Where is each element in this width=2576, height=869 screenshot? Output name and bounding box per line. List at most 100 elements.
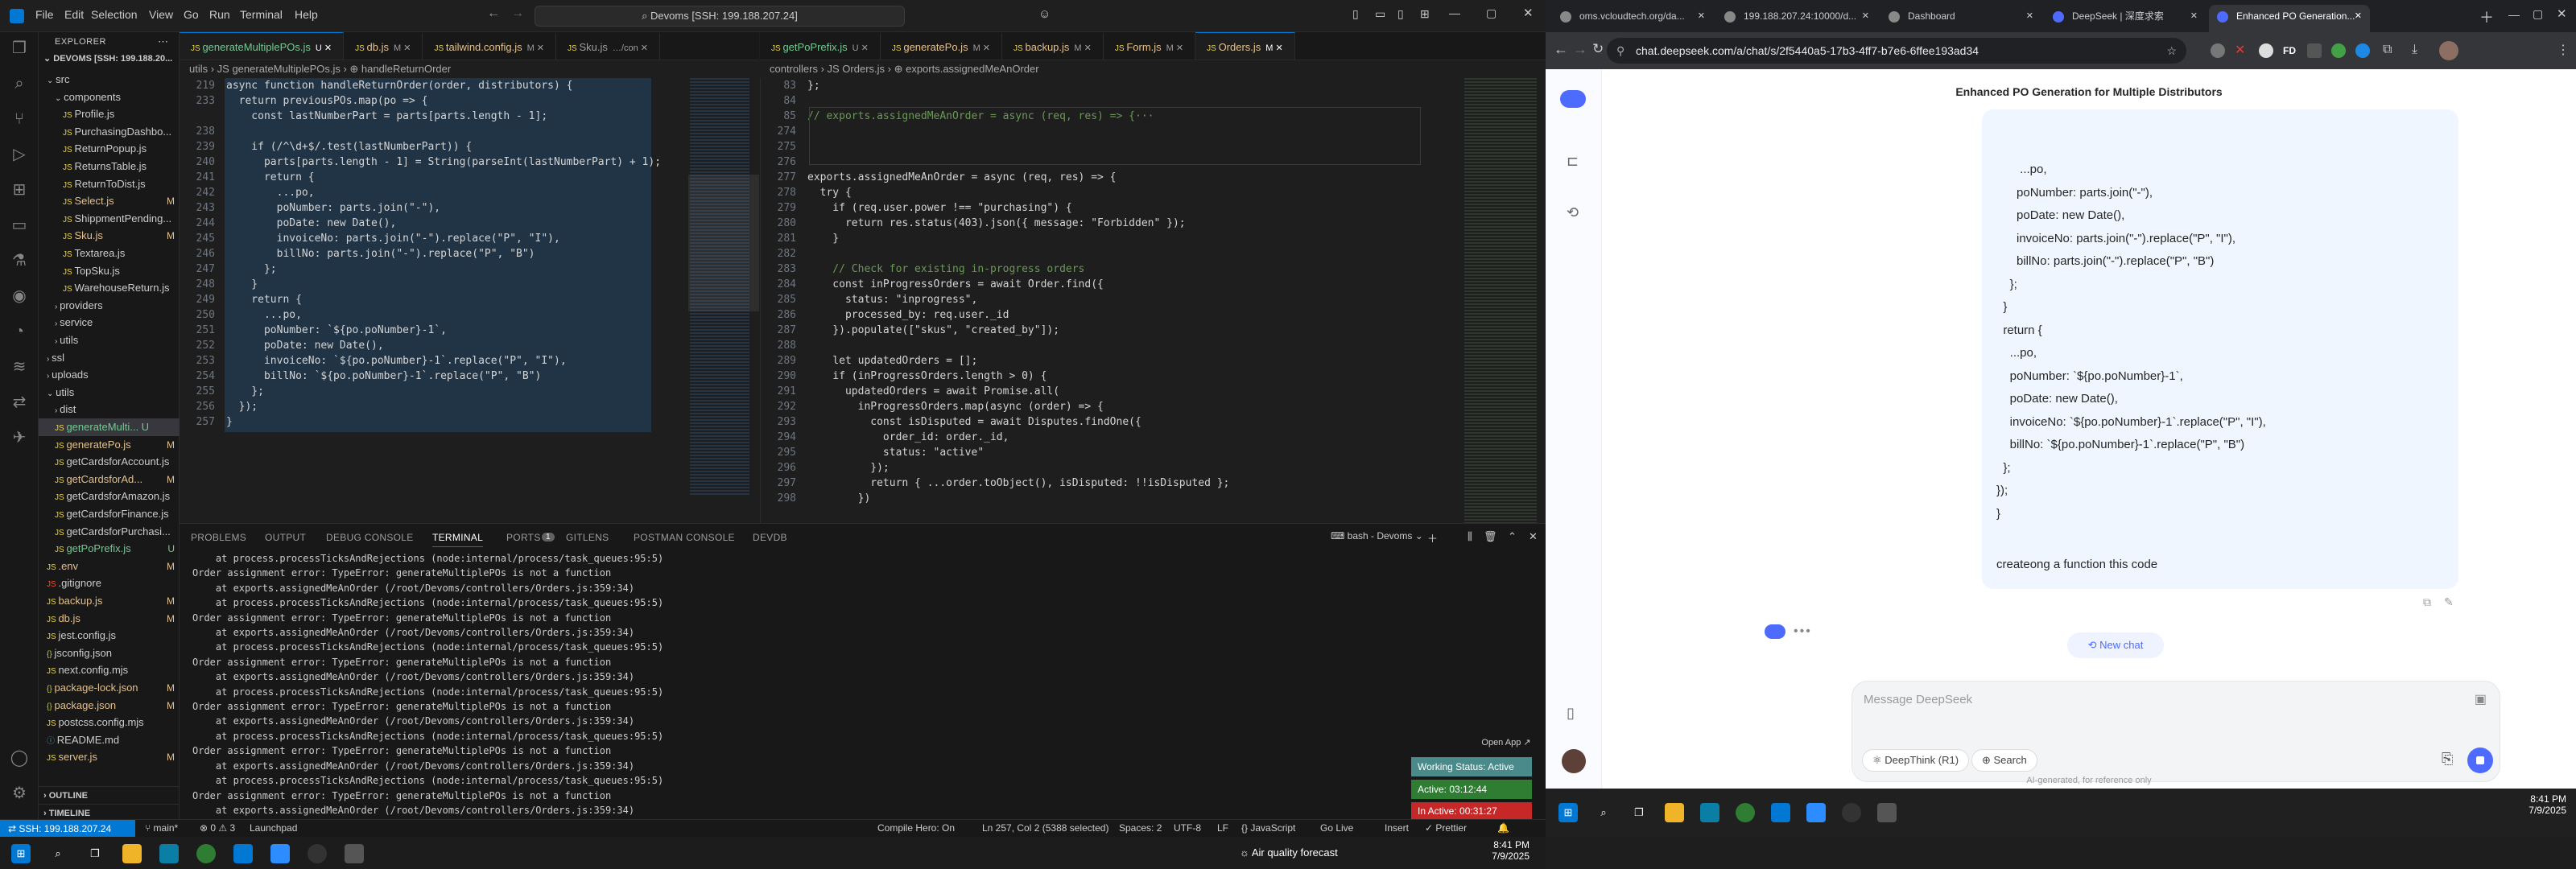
trash-icon[interactable]: 🗑 [1484,530,1497,543]
panel-tab-debug-console[interactable]: DEBUG CONSOLE [326,532,414,543]
panel-tab-problems[interactable]: PROBLEMS [191,532,246,543]
more-actions-icon[interactable]: ⋯ [158,35,168,48]
minimap[interactable] [1461,78,1546,523]
tree-item[interactable]: › providers [39,297,180,315]
close-icon[interactable]: ✕ [2190,5,2198,27]
editor-tab[interactable]: JS getPoPrefix.js U ✕ [760,33,881,60]
maximize-panel-icon[interactable]: ⌃ [1508,530,1517,543]
start-icon[interactable]: ⊞ [11,844,31,863]
toggle-panel-icon[interactable]: ▭ [1375,7,1385,21]
zoom-icon[interactable] [1806,803,1826,822]
stop-button[interactable] [2467,748,2493,773]
deepthink-button[interactable]: ⚛ DeepThink (R1) [1862,749,1970,772]
url-field[interactable]: ⚲ chat.deepseek.com/a/chat/s/2f5440a5-17… [1607,38,2186,64]
tree-item[interactable]: JS getCardsforAccount.js [39,453,180,471]
extensions-puzzle-icon[interactable]: ⧉ [2383,43,2392,57]
search-icon[interactable]: ⌕ [10,74,29,93]
close-icon[interactable]: ✕ [2557,6,2567,21]
compile-hero-status[interactable]: Compile Hero: On [877,822,955,834]
notifications-icon[interactable]: 🔔 [1497,822,1509,834]
tree-item[interactable]: JS WarehouseReturn.js [39,279,180,297]
zoom-icon[interactable] [270,844,290,863]
task-view-icon[interactable]: ❐ [85,844,105,863]
back-arrow-icon[interactable]: ← [1554,41,1568,58]
chrome-icon[interactable] [1736,803,1755,822]
panel-tab-output[interactable]: OUTPUT [265,532,306,543]
minimize-icon[interactable]: — [1449,6,1460,19]
back-arrow-icon[interactable]: ← [487,6,500,21]
browser-tab[interactable]: Enhanced PO Generation... ✕ [2209,5,2370,32]
search-button[interactable]: ⊕ Search [1971,749,2037,772]
tree-item[interactable]: › utils [39,332,180,349]
weather-widget[interactable]: ☼ Air quality forecast [1240,846,1338,859]
language-status[interactable]: {} JavaScript [1241,822,1295,834]
explorer-icon[interactable]: ❐ [10,39,29,58]
message-input[interactable]: Message DeepSeek [1864,693,2427,706]
menu-run[interactable]: Run [209,8,230,21]
tree-item[interactable]: JS ShippmentPending... [39,210,180,228]
close-icon[interactable]: ✕ [638,43,648,53]
go-live-status[interactable]: Go Live [1320,822,1353,834]
extension-icon[interactable] [2355,43,2370,58]
settings-gear-icon[interactable]: ⚙ [10,784,29,803]
split-terminal-icon[interactable]: ⫼ [1468,530,1472,543]
panel-tab-gitlens[interactable]: GITLENS [566,532,609,543]
tree-item[interactable]: JS generatePo.js M [39,436,180,454]
close-icon[interactable]: ✕ [2026,5,2033,27]
tree-item[interactable]: {} jsconfig.json [39,645,180,662]
extension-icon[interactable] [2259,43,2273,58]
menu-view[interactable]: View [149,8,173,21]
panel-tab-terminal[interactable]: TERMINAL [432,532,484,547]
tree-item[interactable]: JS jest.config.js [39,627,180,645]
new-chat-button[interactable]: ⟲ New chat [2067,632,2164,658]
extension-icon[interactable] [2211,43,2225,58]
tree-item[interactable]: ⌄ src [39,71,180,89]
problems-status[interactable]: ⊗ 0 ⚠ 3 [200,822,235,834]
tree-item[interactable]: JS ReturnToDist.js [39,175,180,193]
toggle-sidebar-icon[interactable]: ▯ [1352,7,1359,21]
user-avatar[interactable] [1562,749,1586,773]
forward-arrow-icon[interactable]: → [1573,41,1587,58]
close-icon[interactable]: ✕ [535,43,544,53]
menu-help[interactable]: Help [295,8,318,21]
close-icon[interactable]: ✕ [401,43,411,53]
copilot-icon[interactable]: ☺ [1038,7,1051,21]
vscode-icon[interactable] [1771,803,1790,822]
close-icon[interactable]: ✕ [1082,43,1092,53]
tree-item[interactable]: {} package-lock.json M [39,679,180,697]
close-icon[interactable]: ✕ [859,43,869,53]
close-icon[interactable]: ✕ [1273,43,1283,53]
site-info-icon[interactable]: ⚲ [1616,38,1624,64]
eol-status[interactable]: LF [1217,822,1228,834]
left-breadcrumb[interactable]: utils › JS generateMultiplePOs.js › ⊕ ha… [180,60,759,78]
outline-section[interactable]: › OUTLINE [39,786,180,804]
tree-item[interactable]: JS getCardsforAd... M [39,471,180,488]
tree-item[interactable]: JS getCardsforAmazon.js [39,488,180,505]
vscode-icon[interactable] [233,844,253,863]
encoding-status[interactable]: UTF-8 [1174,822,1201,834]
new-terminal-icon[interactable]: ＋ [1427,530,1438,546]
editor-tab[interactable]: JS Form.js M ✕ [1104,33,1196,60]
search-icon[interactable]: ⌕ [1594,803,1613,822]
run-debug-icon[interactable]: ▷ [10,145,29,164]
tree-item[interactable]: › dist [39,401,180,418]
tree-item[interactable]: JS Select.js M [39,192,180,210]
tree-item[interactable]: › uploads [39,366,180,384]
panel-tab-postman-console[interactable]: POSTMAN CONSOLE [634,532,735,543]
tree-item[interactable]: JS Profile.js [39,105,180,123]
maximize-icon[interactable]: ▢ [1486,6,1496,20]
browser-tab[interactable]: 199.188.207.24:10000/d... ✕ [1716,5,1877,32]
tree-item[interactable]: JS postcss.config.mjs [39,714,180,731]
task-view-icon[interactable]: ❐ [1629,803,1649,822]
editor-tab[interactable]: JS generatePo.js M ✕ [881,33,1003,60]
app-icon[interactable] [1842,803,1861,822]
left-editor[interactable]: 219 async function handleReturnOrder(orde… [180,78,759,523]
terminal-selector[interactable]: ⌨ bash - Devoms ⌄ [1331,530,1423,542]
menu-terminal[interactable]: Terminal [240,8,283,21]
tree-item[interactable]: JS ReturnPopup.js [39,140,180,158]
panel-tab-devdb[interactable]: DEVDB [753,532,787,543]
tree-item[interactable]: JS getCardsforFinance.js [39,505,180,523]
testing-icon[interactable]: ⚗ [10,251,29,270]
tree-item-active[interactable]: JS generateMulti... U [39,418,180,436]
source-control-icon[interactable]: ⑂ [10,109,29,129]
